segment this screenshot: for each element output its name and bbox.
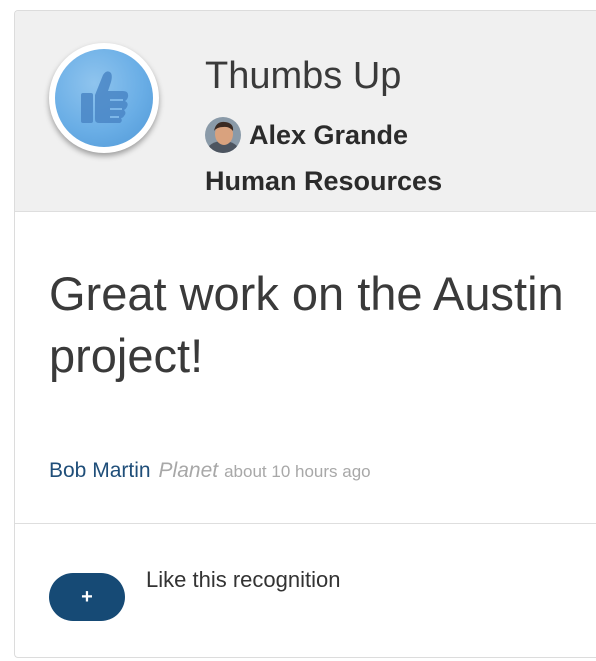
- award-title: Thumbs Up: [205, 55, 402, 97]
- like-button[interactable]: +: [49, 573, 125, 621]
- card-header: Thumbs Up Alex Grande Human Resources: [15, 11, 596, 212]
- giver-name[interactable]: Bob Martin: [49, 459, 151, 483]
- timestamp: about 10 hours ago: [224, 462, 371, 481]
- divider: [15, 523, 596, 524]
- recipient-name[interactable]: Alex Grande: [249, 120, 408, 151]
- recognition-meta: Bob Martin Planet about 10 hours ago: [49, 459, 371, 483]
- avatar[interactable]: [205, 117, 241, 153]
- thumbs-up-icon: [55, 49, 153, 147]
- like-label: Like this recognition: [146, 567, 341, 592]
- recognition-message: Great work on the Austin project!: [49, 267, 564, 382]
- giver-team: Planet: [158, 459, 219, 482]
- recipient[interactable]: Alex Grande: [205, 117, 408, 153]
- recipient-department: Human Resources: [205, 166, 443, 196]
- award-badge: [49, 43, 159, 153]
- recognition-card: Thumbs Up Alex Grande Human Resources Gr…: [14, 10, 596, 658]
